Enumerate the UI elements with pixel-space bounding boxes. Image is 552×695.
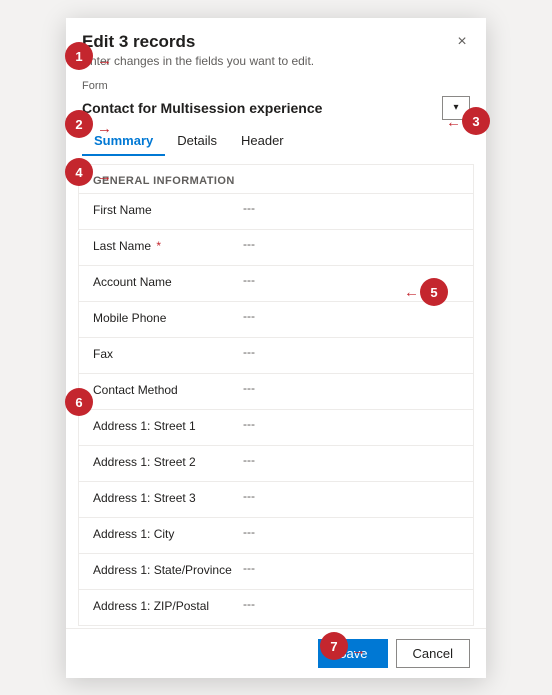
annotation-2: 2	[65, 110, 93, 138]
field-row-state: Address 1: State/Province ---	[79, 553, 473, 589]
dialog-title: Edit 3 records	[82, 32, 470, 52]
arrow-4: →	[97, 168, 112, 185]
field-value-street3: ---	[243, 489, 459, 503]
edit-dialog: Edit 3 records Enter changes in the fiel…	[66, 18, 486, 678]
required-indicator-lastname: *	[153, 239, 161, 253]
field-label-zip: Address 1: ZIP/Postal	[93, 597, 243, 615]
field-label-street3: Address 1: Street 3	[93, 489, 243, 507]
field-value-street1: ---	[243, 417, 459, 431]
annotation-4: 4	[65, 158, 93, 186]
tab-details[interactable]: Details	[165, 126, 229, 156]
tab-header[interactable]: Header	[229, 126, 296, 156]
annotation-3: 3	[462, 107, 490, 135]
field-row-firstname: First Name ---	[79, 193, 473, 229]
field-label-accountname: Account Name	[93, 273, 243, 291]
field-value-mobilephone: ---	[243, 309, 459, 323]
field-label-contactmethod: Contact Method	[93, 381, 243, 399]
tab-summary[interactable]: Summary	[82, 126, 165, 156]
field-row-city: Address 1: City ---	[79, 517, 473, 553]
dialog-header: Edit 3 records Enter changes in the fiel…	[66, 18, 486, 74]
annotation-6: 6	[65, 388, 93, 416]
arrow-5: →	[404, 288, 419, 305]
general-information-section: GENERAL INFORMATION First Name --- Last …	[78, 164, 474, 626]
field-label-city: Address 1: City	[93, 525, 243, 543]
field-row-street2: Address 1: Street 2 ---	[79, 445, 473, 481]
field-value-contactmethod: ---	[243, 381, 459, 395]
field-row-zip: Address 1: ZIP/Postal ---	[79, 589, 473, 625]
annotation-7: 7	[320, 632, 348, 660]
field-value-lastname: ---	[243, 237, 459, 251]
form-name: Contact for Multisession experience	[82, 100, 436, 116]
form-label: Form	[66, 74, 486, 94]
field-label-street1: Address 1: Street 1	[93, 417, 243, 435]
annotation-1: 1	[65, 42, 93, 70]
field-row-mobilephone: Mobile Phone ---	[79, 301, 473, 337]
field-row-street1: Address 1: Street 1 ---	[79, 409, 473, 445]
section-title: GENERAL INFORMATION	[79, 165, 473, 193]
dialog-body: GENERAL INFORMATION First Name --- Last …	[66, 156, 486, 628]
field-value-firstname: ---	[243, 201, 459, 215]
field-value-zip: ---	[243, 597, 459, 611]
field-label-mobilephone: Mobile Phone	[93, 309, 243, 327]
field-row-fax: Fax ---	[79, 337, 473, 373]
field-label-fax: Fax	[93, 345, 243, 363]
field-value-street2: ---	[243, 453, 459, 467]
annotation-5: 5	[420, 278, 448, 306]
arrow-2: →	[97, 120, 112, 137]
field-value-fax: ---	[243, 345, 459, 359]
outer-wrapper: 1 → 2 → 3 → 4 → 5 → 6 7 → Edit 3 records…	[0, 0, 552, 695]
field-row-contactmethod: Contact Method ---	[79, 373, 473, 409]
field-label-firstname: First Name	[93, 201, 243, 219]
arrow-7: →	[351, 642, 366, 659]
arrow-3: →	[446, 118, 461, 135]
cancel-button[interactable]: Cancel	[396, 639, 470, 668]
field-label-lastname: Last Name *	[93, 237, 243, 255]
field-row-street3: Address 1: Street 3 ---	[79, 481, 473, 517]
field-label-street2: Address 1: Street 2	[93, 453, 243, 471]
dialog-subtitle: Enter changes in the fields you want to …	[82, 54, 470, 68]
close-button[interactable]: ×	[450, 30, 474, 54]
dialog-footer: Save Cancel	[66, 628, 486, 678]
field-row-lastname: Last Name * ---	[79, 229, 473, 265]
chevron-down-icon: ▾	[453, 102, 458, 113]
field-value-city: ---	[243, 525, 459, 539]
arrow-1: →	[97, 52, 112, 69]
field-label-state: Address 1: State/Province	[93, 561, 243, 579]
form-name-row: Contact for Multisession experience ▾	[66, 94, 486, 126]
field-value-state: ---	[243, 561, 459, 575]
tabs-bar: Summary Details Header	[66, 126, 486, 156]
